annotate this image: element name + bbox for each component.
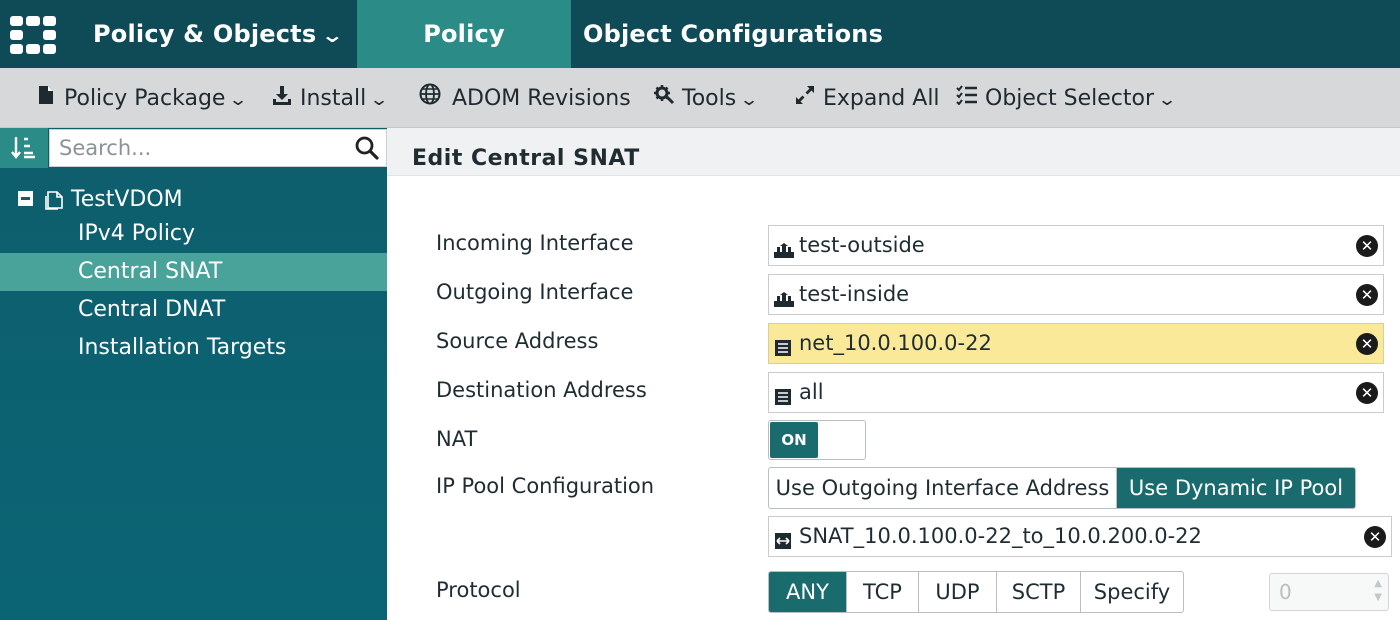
incoming-interface-field[interactable]: test-outside ✕ <box>768 225 1384 266</box>
sidebar-item-installation-targets[interactable]: Installation Targets <box>0 329 387 367</box>
protocol-option-udp[interactable]: UDP <box>919 572 997 612</box>
policy-package-icon <box>45 188 65 210</box>
object-selector-menu[interactable]: Object Selector ⌄ <box>955 68 1178 130</box>
incoming-interface-label: Incoming Interface <box>436 231 634 255</box>
chevron-down-icon: ⌄ <box>369 90 390 110</box>
nat-toggle-state: ON <box>770 422 818 458</box>
clear-icon[interactable]: ✕ <box>1356 382 1378 404</box>
tree-root-testvdom[interactable]: TestVDOM <box>18 184 183 216</box>
clear-icon[interactable]: ✕ <box>1364 526 1386 548</box>
address-icon <box>773 332 795 356</box>
source-address-field[interactable]: net_10.0.100.0-22 ✕ <box>768 323 1384 364</box>
destination-address-field[interactable]: all ✕ <box>768 372 1384 413</box>
sidebar-item-ipv4-policy[interactable]: IPv4 Policy <box>0 215 387 253</box>
protocol-label: Protocol <box>436 578 521 602</box>
wrench-icon <box>652 68 676 130</box>
interface-icon <box>773 283 795 307</box>
sidebar-item-central-snat[interactable]: Central SNAT <box>0 253 387 291</box>
toolbar: Policy Package ⌄ Install ⌄ ADOM Revisions … <box>0 68 1400 128</box>
search-input[interactable] <box>50 130 340 166</box>
clear-icon[interactable]: ✕ <box>1356 284 1378 306</box>
clear-icon[interactable]: ✕ <box>1356 333 1378 355</box>
search-icon[interactable] <box>354 135 380 161</box>
ip-pool-configuration-label: IP Pool Configuration <box>436 474 655 498</box>
tools-menu[interactable]: Tools ⌄ <box>652 68 760 130</box>
interface-icon <box>773 234 795 258</box>
protocol-number-value: 0 <box>1279 580 1292 604</box>
globe-icon <box>418 68 442 130</box>
expand-all-button[interactable]: Expand All <box>793 68 940 128</box>
nav-policy-objects[interactable]: Policy & Objects ⌄ <box>93 0 344 68</box>
chevron-down-icon: ⌄ <box>1157 90 1178 110</box>
package-icon <box>34 68 58 130</box>
install-menu[interactable]: Install ⌄ <box>270 68 390 130</box>
content-header: Edit Central SNAT <box>387 128 1400 176</box>
search-field <box>49 129 387 167</box>
adom-revisions-button[interactable]: ADOM Revisions <box>418 68 631 128</box>
chevron-down-icon: ⌄ <box>320 23 345 47</box>
nat-label: NAT <box>436 427 478 451</box>
protocol-option-any[interactable]: ANY <box>769 572 847 612</box>
checklist-icon <box>955 68 979 130</box>
protocol-number-input[interactable]: 0 ▲ ▼ <box>1269 573 1389 611</box>
download-icon <box>270 68 294 130</box>
chevron-down-icon: ⌄ <box>228 90 249 110</box>
fortinet-logo-icon[interactable] <box>10 16 56 54</box>
ip-pool-field[interactable]: SNAT_10.0.100.0-22_to_10.0.200.0-22 ✕ <box>768 516 1392 557</box>
protocol-option-sctp[interactable]: SCTP <box>997 572 1081 612</box>
main-content: Edit Central SNAT Incoming Interface tes… <box>387 128 1400 620</box>
ip-pool-mode-selector: Use Outgoing Interface Address Use Dynam… <box>768 467 1356 509</box>
chevron-down-icon: ⌄ <box>739 90 760 110</box>
source-address-label: Source Address <box>436 329 599 353</box>
sidebar: TestVDOM IPv4 Policy Central SNAT Centra… <box>0 128 387 620</box>
option-use-outgoing-interface-address[interactable]: Use Outgoing Interface Address <box>769 468 1117 508</box>
sort-icon[interactable] <box>0 128 48 168</box>
nav-policy-packages[interactable]: Policy Packages <box>357 0 571 116</box>
collapse-icon[interactable] <box>18 190 33 206</box>
page-title: Edit Central SNAT <box>412 146 640 171</box>
protocol-selector: ANY TCP UDP SCTP Specify <box>768 571 1184 613</box>
clear-icon[interactable]: ✕ <box>1356 235 1378 257</box>
policy-package-menu[interactable]: Policy Package ⌄ <box>34 68 249 130</box>
outgoing-interface-field[interactable]: test-inside ✕ <box>768 274 1384 315</box>
outgoing-interface-label: Outgoing Interface <box>436 280 634 304</box>
ippool-icon <box>773 525 795 549</box>
top-navigation-bar: Policy & Objects⌄ Policy Packages Object… <box>0 0 1400 116</box>
nat-toggle[interactable]: ON <box>768 420 866 460</box>
protocol-option-tcp[interactable]: TCP <box>847 572 919 612</box>
nav-object-configurations[interactable]: Object Configurations <box>583 0 883 68</box>
sidebar-item-central-dnat[interactable]: Central DNAT <box>0 291 387 329</box>
destination-address-label: Destination Address <box>436 378 647 402</box>
expand-icon <box>793 68 817 130</box>
option-use-dynamic-ip-pool[interactable]: Use Dynamic IP Pool <box>1117 468 1355 508</box>
spinner-arrows-icon[interactable]: ▲ ▼ <box>1374 577 1382 605</box>
address-icon <box>773 381 795 405</box>
protocol-option-specify[interactable]: Specify <box>1081 572 1183 612</box>
